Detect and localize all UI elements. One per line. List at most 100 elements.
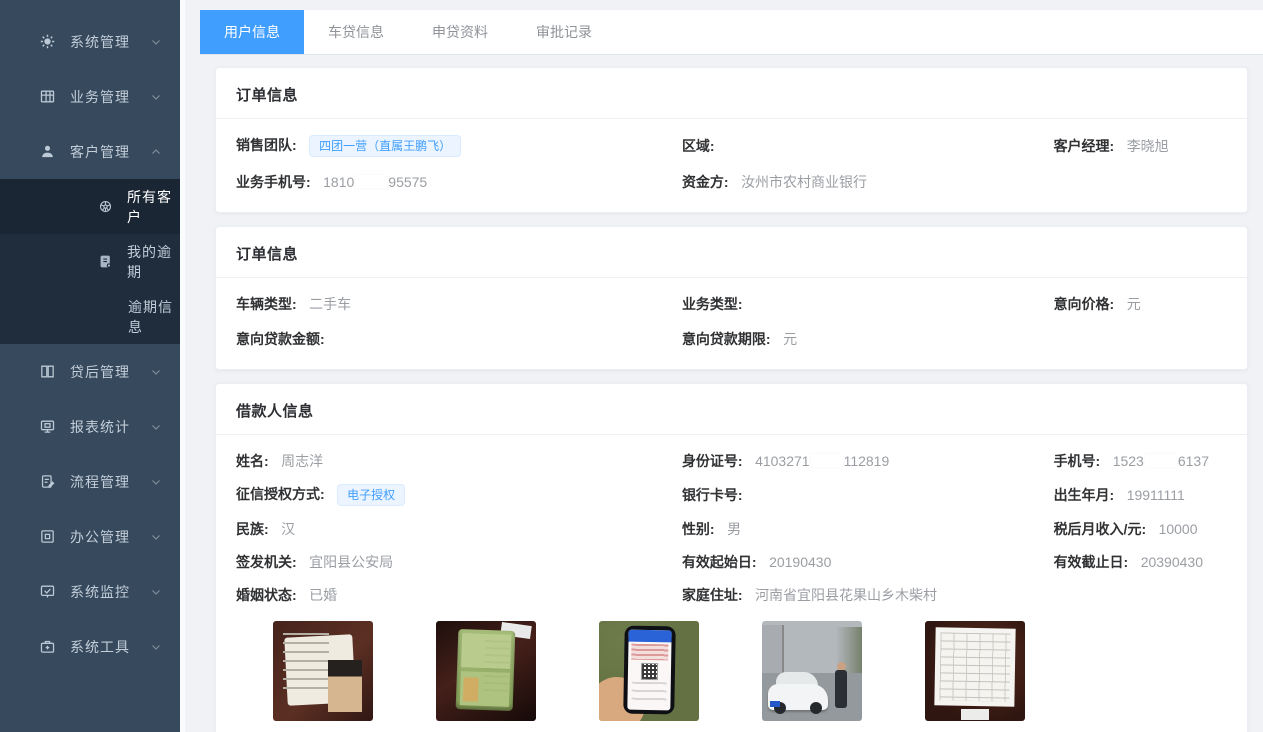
field-vehicle-type: 车辆类型: 二手车 — [236, 294, 682, 314]
handwritten-paper — [934, 627, 1015, 706]
sidebar-item-system-monitor[interactable]: 系统监控 — [0, 564, 180, 619]
sidebar-item-system-tools[interactable]: 系统工具 — [0, 619, 180, 674]
sidebar-item-label: 系统管理 — [70, 32, 130, 52]
field-label: 资金方: — [682, 174, 729, 190]
field-label: 性别: — [682, 521, 715, 537]
tab-approval-records[interactable]: 审批记录 — [512, 10, 616, 54]
field-label: 家庭住址: — [682, 587, 743, 603]
field-value: 元 — [1127, 296, 1141, 312]
field-label: 征信授权方式: — [236, 486, 325, 502]
field-value: 20190430 — [769, 554, 831, 570]
chevron-down-icon — [150, 476, 162, 488]
tab-user-info[interactable]: 用户信息 — [200, 10, 304, 54]
field-valid-to: 有效截止日: 20390430 — [1054, 552, 1227, 572]
tab-loan-application-docs[interactable]: 申贷资料 — [408, 10, 512, 54]
sidebar-item-postloan-mgmt[interactable]: 贷后管理 — [0, 344, 180, 399]
field-valid-from: 有效起始日: 20190430 — [682, 552, 1054, 572]
sidebar-item-label: 业务管理 — [70, 87, 130, 107]
sales-team-tag[interactable]: 四团一营（直属王鹏飞） — [309, 135, 461, 157]
field-label: 出生年月: — [1054, 487, 1115, 503]
chevron-down-icon — [150, 91, 162, 103]
field-business-phone: 业务手机号: 181095575 — [236, 172, 682, 192]
borrower-info-card: 借款人信息 姓名: 周志洋 身份证号: 4103271112819 手机号: 1… — [215, 383, 1248, 732]
field-label: 业务手机号: — [236, 174, 311, 190]
sidebar-item-label: 贷后管理 — [70, 362, 130, 382]
field-sales-team: 销售团队: 四团一营（直属王鹏飞） — [236, 135, 682, 157]
field-issuing-authority: 签发机关: 宜阳县公安局 — [236, 552, 682, 572]
field-label: 意向贷款期限: — [682, 331, 771, 347]
notebook-icon — [98, 254, 113, 270]
user-icon — [38, 143, 56, 161]
value-part: 1523 — [1113, 453, 1144, 469]
sidebar-item-system-mgmt[interactable]: 系统管理 — [0, 14, 180, 69]
person-car-thumbnail[interactable] — [762, 621, 862, 721]
card-title: 订单信息 — [216, 227, 1247, 278]
photo-auth-qr[interactable]: 授权二维码 — [599, 621, 699, 732]
photo-row: 身份证 行驶证正副页 — [236, 621, 1227, 732]
field-value: 1523 6137 — [1113, 453, 1209, 469]
field-funder: 资金方: 汝州市农村商业银行 — [682, 172, 1054, 192]
field-label: 民族: — [236, 521, 269, 537]
id-card-text-lines — [283, 633, 329, 691]
card-body: 姓名: 周志洋 身份证号: 4103271112819 手机号: 1523613… — [216, 435, 1247, 732]
vehicle-license-thumbnail[interactable] — [436, 621, 536, 721]
sidebar: 系统管理 业务管理 客户管理 所有客户 我的逾期 逾期信息 — [0, 0, 185, 732]
field-credit-auth-method: 征信授权方式: 电子授权 — [236, 484, 682, 506]
card-body: 销售团队: 四团一营（直属王鹏飞） 区域: 客户经理: 李晓旭 业务手机号: — [216, 119, 1247, 212]
sidebar-item-office-mgmt[interactable]: 办公管理 — [0, 509, 180, 564]
field-value: 汝州市农村商业银行 — [741, 174, 867, 190]
tab-car-loan-info[interactable]: 车贷信息 — [304, 10, 408, 54]
tab-bar: 用户信息 车贷信息 申贷资料 审批记录 — [200, 10, 1263, 55]
e-auth-tag[interactable]: 电子授权 — [337, 484, 405, 506]
field-label: 姓名: — [236, 453, 269, 469]
document-thumbnail[interactable] — [925, 621, 1025, 721]
field-intended-loan-term: 意向贷款期限: 元 — [682, 329, 1054, 349]
loan-intent-card: 订单信息 车辆类型: 二手车 业务类型: 意向价格: 元 — [215, 226, 1248, 370]
value-part: 95575 — [388, 174, 427, 190]
photo-certificate-doc[interactable]: 村委证明 — [925, 621, 1025, 732]
sidebar-item-label: 系统监控 — [70, 582, 130, 602]
photo-vehicle-license[interactable]: 行驶证正副页 — [436, 621, 536, 732]
app-header-bar — [628, 630, 672, 643]
sidebar-item-business-mgmt[interactable]: 业务管理 — [0, 69, 180, 124]
value-part: 6137 — [1178, 453, 1209, 469]
phone — [623, 626, 676, 715]
photo-id-card[interactable]: 身份证 — [273, 621, 373, 732]
field-home-address: 家庭住址: 河南省宜阳县花果山乡木柴村 — [682, 585, 1054, 605]
field-id-number: 身份证号: 4103271112819 — [682, 451, 1054, 471]
billboard — [762, 625, 784, 673]
field-value: 男 — [727, 521, 741, 537]
field-row: 民族: 汉 性别: 男 税后月收入/元: 10000 — [236, 519, 1227, 539]
clipboard-pen-icon — [38, 473, 56, 491]
person-body — [835, 670, 847, 708]
field-region: 区域: — [682, 136, 1054, 156]
photo-person-with-car[interactable]: 人车合影 — [762, 621, 862, 732]
field-birth-date: 出生年月: 19911111 — [1054, 485, 1227, 505]
sidebar-item-overdue-info[interactable]: 逾期信息 — [0, 289, 180, 344]
field-row: 意向贷款金额: 意向贷款期限: 元 — [236, 329, 1227, 349]
paper-slip — [961, 709, 989, 720]
sidebar-item-label: 我的逾期 — [127, 242, 180, 282]
sidebar-item-my-overdue[interactable]: 我的逾期 — [0, 234, 180, 289]
car-wheel — [810, 702, 822, 714]
redaction-box — [1145, 454, 1177, 467]
card-title: 订单信息 — [216, 68, 1247, 119]
field-row: 业务手机号: 181095575 资金方: 汝州市农村商业银行 — [236, 172, 1227, 192]
sidebar-item-customer-mgmt[interactable]: 客户管理 — [0, 124, 180, 179]
sidebar-item-label: 报表统计 — [70, 417, 130, 437]
sidebar-item-all-customers[interactable]: 所有客户 — [0, 179, 180, 234]
screen-text-lines — [631, 682, 666, 703]
field-intended-price: 意向价格: 元 — [1054, 294, 1227, 314]
chevron-down-icon — [150, 586, 162, 598]
green-booklet — [456, 629, 516, 711]
card-title: 借款人信息 — [216, 384, 1247, 435]
field-monthly-income: 税后月收入/元: 10000 — [1054, 519, 1227, 539]
sidebar-item-process-mgmt[interactable]: 流程管理 — [0, 454, 180, 509]
id-card-thumbnail[interactable] — [273, 621, 373, 721]
field-value: 已婚 — [309, 587, 337, 603]
sidebar-item-report-stats[interactable]: 报表统计 — [0, 399, 180, 454]
redaction-box — [811, 454, 843, 467]
qr-phone-thumbnail[interactable] — [599, 621, 699, 721]
field-value: 汉 — [281, 521, 295, 537]
field-label: 意向价格: — [1054, 296, 1115, 312]
